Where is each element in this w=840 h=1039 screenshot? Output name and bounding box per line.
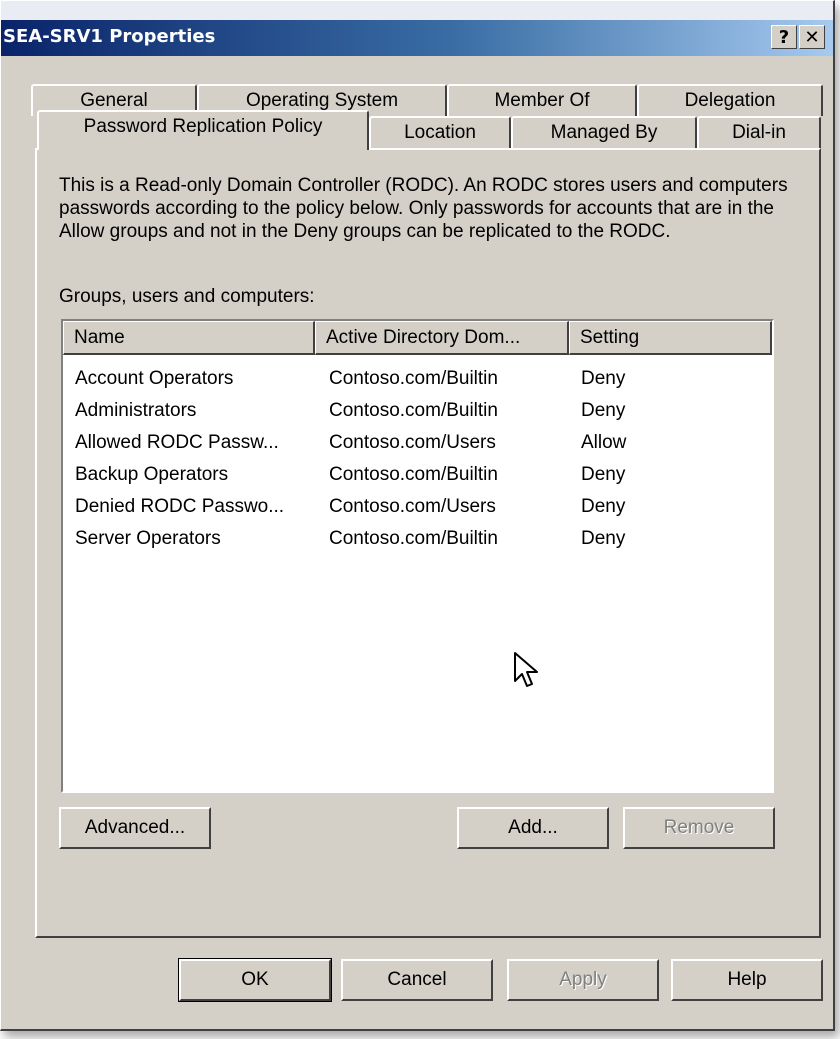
row-name: Denied RODC Passwo... (75, 496, 285, 517)
list-label: Groups, users and computers: (59, 286, 315, 307)
tab-delegation[interactable]: Delegation (637, 84, 823, 116)
row-setting: Deny (581, 528, 626, 549)
row-setting: Deny (581, 400, 626, 421)
list-item[interactable]: Allowed RODC Passw... Contoso.com/Users … (63, 427, 772, 459)
ok-button[interactable]: OK (178, 958, 332, 1002)
add-button[interactable]: Add... (457, 807, 609, 849)
apply-button[interactable]: Apply (507, 959, 659, 1001)
list-item[interactable]: Denied RODC Passwo... Contoso.com/Users … (63, 491, 772, 523)
help-button[interactable]: Help (671, 959, 823, 1001)
properties-dialog: SEA-SRV1 Properties ? ✕ General Operatin… (0, 0, 835, 1031)
title-bar[interactable]: SEA-SRV1 Properties ? ✕ (1, 20, 833, 56)
row-domain: Contoso.com/Builtin (329, 464, 498, 485)
list-item[interactable]: Account Operators Contoso.com/Builtin De… (63, 363, 772, 395)
tab-managed-by[interactable]: Managed By (511, 116, 697, 148)
arrow-cursor-icon (514, 652, 538, 687)
row-setting: Allow (581, 432, 627, 453)
window-top-strip (1, 1, 833, 20)
row-name: Account Operators (75, 368, 234, 389)
row-domain: Contoso.com/Builtin (329, 400, 498, 421)
close-title-button[interactable]: ✕ (799, 25, 825, 49)
remove-button[interactable]: Remove (623, 807, 775, 849)
row-name: Server Operators (75, 528, 221, 549)
row-name: Backup Operators (75, 464, 229, 485)
list-item[interactable]: Backup Operators Contoso.com/Builtin Den… (63, 459, 772, 491)
row-setting: Deny (581, 368, 626, 389)
column-header-setting[interactable]: Setting (569, 321, 772, 355)
column-header-domain[interactable]: Active Directory Dom... (315, 321, 569, 355)
help-title-button[interactable]: ? (771, 25, 797, 49)
column-header-name[interactable]: Name (63, 321, 315, 355)
row-setting: Deny (581, 464, 626, 485)
policy-description: This is a Read-only Domain Controller (R… (59, 175, 788, 242)
tab-location[interactable]: Location (369, 116, 511, 148)
window-title: SEA-SRV1 Properties (3, 26, 216, 47)
cancel-button[interactable]: Cancel (341, 959, 493, 1001)
tab-member-of[interactable]: Member Of (447, 84, 637, 116)
row-name: Allowed RODC Passw... (75, 432, 279, 453)
row-domain: Contoso.com/Builtin (329, 528, 498, 549)
row-name: Administrators (75, 400, 197, 421)
row-domain: Contoso.com/Users (329, 496, 496, 517)
list-item[interactable]: Administrators Contoso.com/Builtin Deny (63, 395, 772, 427)
row-setting: Deny (581, 496, 626, 517)
advanced-button[interactable]: Advanced... (59, 807, 211, 849)
tab-password-replication-policy[interactable]: Password Replication Policy (37, 110, 369, 150)
row-domain: Contoso.com/Builtin (329, 368, 498, 389)
groups-list[interactable]: Name Active Directory Dom... Setting Acc… (61, 319, 774, 793)
row-domain: Contoso.com/Users (329, 432, 496, 453)
list-item[interactable]: Server Operators Contoso.com/Builtin Den… (63, 523, 772, 555)
tab-dial-in[interactable]: Dial-in (697, 116, 821, 148)
